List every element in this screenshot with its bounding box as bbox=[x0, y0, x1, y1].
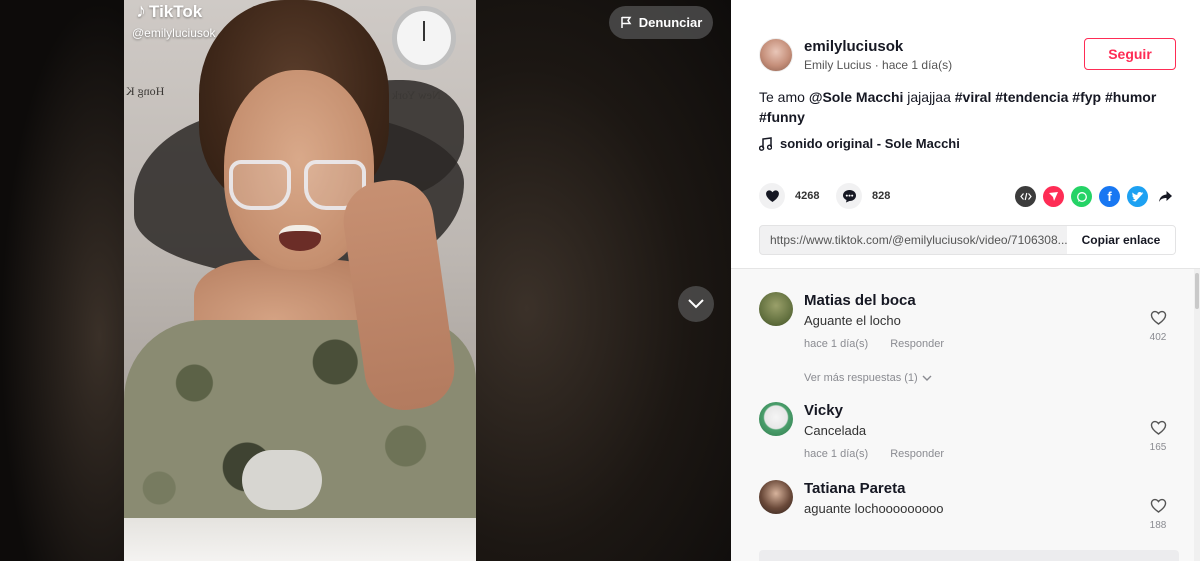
video-player[interactable]: New York Hong K ♪ TikTok @emilyluciusok … bbox=[0, 0, 731, 561]
video-frame: New York Hong K bbox=[124, 0, 476, 561]
copy-link-button[interactable]: Copiar enlace bbox=[1067, 226, 1175, 254]
wall-clock bbox=[392, 6, 456, 70]
tiktok-note-icon: ♪ bbox=[136, 0, 146, 22]
comment-time: hace 1 día(s) bbox=[804, 338, 869, 350]
caption-prefix: Te amo bbox=[759, 89, 809, 105]
share-arrow-icon[interactable] bbox=[1155, 186, 1176, 207]
comment-like-count: 165 bbox=[1149, 442, 1167, 453]
comment-button[interactable] bbox=[836, 183, 862, 209]
comment-text: Cancelada bbox=[804, 423, 867, 438]
author-avatar[interactable] bbox=[759, 38, 793, 72]
share-icons: f bbox=[1015, 186, 1176, 207]
heart-icon bbox=[765, 190, 779, 202]
avatar[interactable] bbox=[759, 292, 793, 326]
avatar[interactable] bbox=[759, 480, 793, 514]
scrollbar-thumb[interactable] bbox=[1195, 273, 1199, 309]
watermark-handle: @emilyluciusok bbox=[132, 26, 216, 40]
wall-city-label: Hong K bbox=[126, 84, 165, 98]
chevron-down-icon bbox=[922, 375, 932, 381]
sleeve-cuff bbox=[242, 450, 322, 510]
video-link-text[interactable]: https://www.tiktok.com/@emilyluciusok/vi… bbox=[760, 226, 1067, 254]
comment-text: Aguante el locho bbox=[804, 313, 901, 328]
comment-meta: hace 1 día(s) Responder bbox=[804, 338, 944, 350]
twitter-icon[interactable] bbox=[1127, 186, 1148, 207]
like-count: 4268 bbox=[795, 190, 820, 202]
hashtag[interactable]: #funny bbox=[759, 109, 805, 125]
post-time: hace 1 día(s) bbox=[882, 58, 953, 72]
next-video-button[interactable] bbox=[678, 286, 714, 322]
comment-like-count: 188 bbox=[1149, 520, 1167, 531]
wall-city-label: New York bbox=[392, 88, 441, 102]
comment-like[interactable]: 188 bbox=[1146, 498, 1170, 531]
comment-like[interactable]: 165 bbox=[1146, 420, 1170, 453]
comment-time: hace 1 día(s) bbox=[804, 448, 869, 460]
more-replies-label: Ver más respuestas (1) bbox=[804, 372, 918, 384]
follow-button[interactable]: Seguir bbox=[1084, 38, 1176, 70]
chevron-down-icon bbox=[688, 299, 704, 309]
video-blur-background-left bbox=[0, 0, 124, 561]
sound-link[interactable]: sonido original - Sole Macchi bbox=[759, 136, 960, 151]
flag-icon bbox=[620, 16, 632, 28]
person-mouth bbox=[279, 225, 321, 251]
table-surface bbox=[124, 518, 476, 561]
comment-like-count: 402 bbox=[1149, 332, 1167, 343]
hashtag[interactable]: #tendencia bbox=[995, 89, 1068, 105]
send-icon[interactable] bbox=[1043, 186, 1064, 207]
like-button[interactable] bbox=[759, 183, 785, 209]
video-blur-background-right bbox=[476, 0, 731, 561]
comment-stat[interactable]: 828 bbox=[836, 183, 890, 209]
tiktok-brand-text: TikTok bbox=[149, 1, 203, 21]
like-stat[interactable]: 4268 bbox=[759, 183, 819, 209]
share-link-box: https://www.tiktok.com/@emilyluciusok/vi… bbox=[759, 225, 1176, 255]
caption-text: jajajjaa bbox=[903, 89, 955, 105]
heart-outline-icon bbox=[1150, 420, 1166, 435]
comment-meta: hace 1 día(s) Responder bbox=[804, 448, 944, 460]
author-display-name: Emily Lucius bbox=[804, 58, 872, 72]
author-username[interactable]: emilyluciusok bbox=[804, 38, 903, 55]
heart-outline-icon bbox=[1150, 310, 1166, 325]
comment-count: 828 bbox=[872, 190, 891, 202]
heart-outline-icon bbox=[1150, 498, 1166, 513]
comment-author[interactable]: Matias del boca bbox=[804, 292, 916, 309]
comment-bubble-icon bbox=[842, 190, 856, 203]
comment-input-bar[interactable] bbox=[759, 550, 1179, 561]
tiktok-watermark: ♪ TikTok bbox=[136, 0, 202, 23]
whatsapp-icon[interactable] bbox=[1071, 186, 1092, 207]
facebook-icon[interactable]: f bbox=[1099, 186, 1120, 207]
reply-button[interactable]: Responder bbox=[890, 338, 944, 350]
embed-icon[interactable] bbox=[1015, 186, 1036, 207]
comment-like[interactable]: 402 bbox=[1146, 310, 1170, 343]
comment-text: aguante lochooooooooo bbox=[804, 501, 944, 516]
separator-dot: · bbox=[874, 58, 879, 72]
report-label: Denunciar bbox=[638, 15, 703, 30]
sound-name: sonido original - Sole Macchi bbox=[780, 136, 960, 151]
details-panel: emilyluciusok Emily Lucius · hace 1 día(… bbox=[731, 0, 1200, 561]
hashtag[interactable]: #viral bbox=[955, 89, 992, 105]
author-subtitle: Emily Lucius · hace 1 día(s) bbox=[804, 58, 952, 72]
comment-author[interactable]: Vicky bbox=[804, 402, 843, 419]
comments-list[interactable]: Matias del boca Aguante el locho hace 1 … bbox=[731, 268, 1200, 561]
view-more-replies[interactable]: Ver más respuestas (1) bbox=[804, 372, 932, 384]
comments-scrollbar[interactable] bbox=[1194, 269, 1200, 561]
video-caption: Te amo @Sole Macchi jajajjaa #viral #ten… bbox=[759, 87, 1159, 127]
report-button[interactable]: Denunciar bbox=[609, 6, 713, 39]
avatar[interactable] bbox=[759, 402, 793, 436]
comment-author[interactable]: Tatiana Pareta bbox=[804, 480, 905, 497]
reply-button[interactable]: Responder bbox=[890, 448, 944, 460]
glasses-lens-left bbox=[229, 160, 291, 210]
music-note-icon bbox=[759, 136, 772, 151]
caption-mention[interactable]: @Sole Macchi bbox=[809, 89, 904, 105]
hashtag[interactable]: #fyp bbox=[1072, 89, 1101, 105]
hashtag[interactable]: #humor bbox=[1105, 89, 1156, 105]
